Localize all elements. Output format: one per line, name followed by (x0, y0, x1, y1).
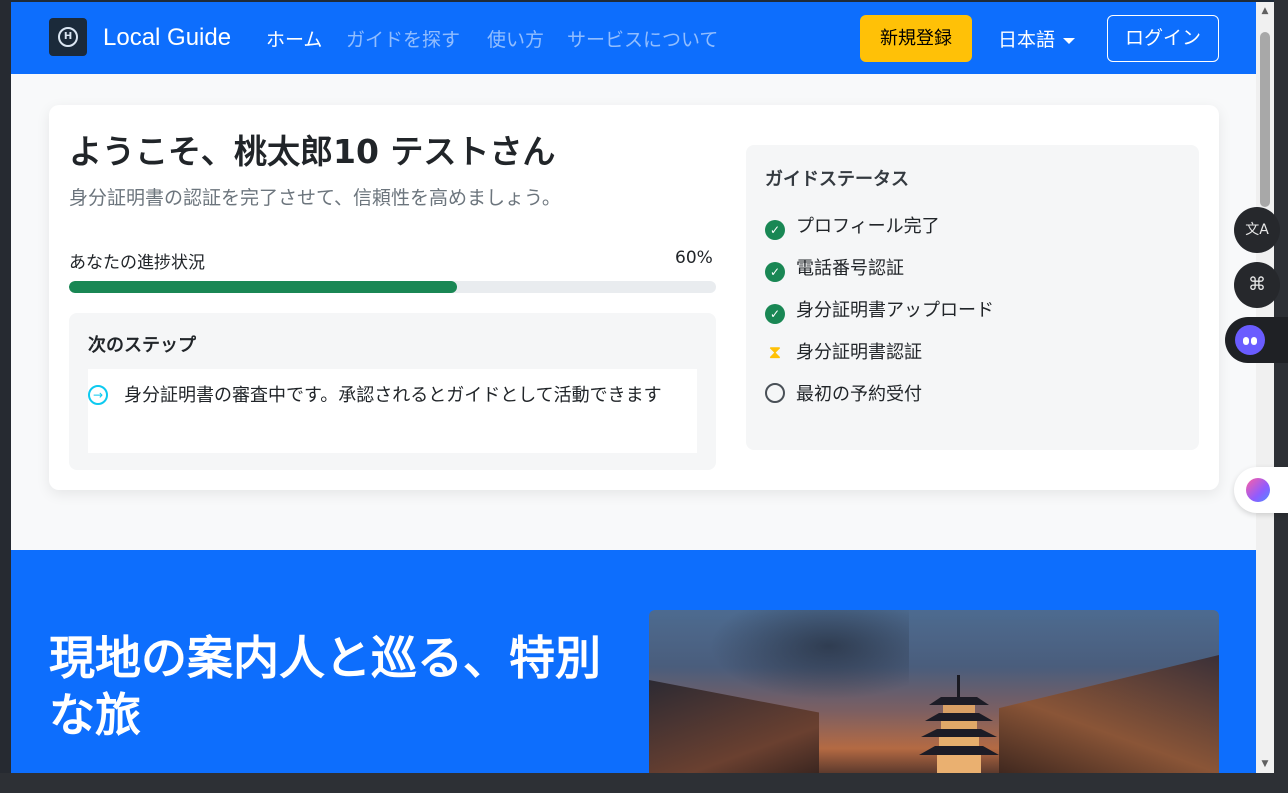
status-item-label: 電話番号認証 (796, 258, 904, 279)
hourglass-icon: ⧗ (768, 342, 782, 363)
status-item-first-booking: 最初の予約受付 (765, 380, 922, 406)
right-building (999, 655, 1219, 773)
scroll-up-icon[interactable]: ▲ (1256, 2, 1274, 20)
welcome-subtitle: 身分証明書の認証を完了させて、信頼性を高めましょう。 (69, 187, 561, 209)
empty-circle-icon (765, 383, 785, 403)
status-item-label: プロフィール完了 (796, 216, 940, 237)
navbar: H Local Guide ホーム ガイドを探す 使い方 サービスについて 新規… (11, 2, 1256, 74)
apps-icon[interactable]: ⌘ (1234, 262, 1280, 308)
check-circle-icon: ✓ (765, 220, 785, 240)
check-circle-icon: ✓ (765, 304, 785, 324)
nav-find-guide[interactable]: ガイドを探す (346, 25, 460, 52)
bot-eye (1243, 337, 1249, 345)
pagoda-illustration (919, 675, 999, 773)
progress-bar (69, 281, 716, 293)
browser-frame: H Local Guide ホーム ガイドを探す 使い方 サービスについて 新規… (0, 0, 1288, 793)
hero-image-kyoto-pagoda (649, 610, 1219, 773)
login-button[interactable]: ログイン (1107, 15, 1219, 62)
arrow-right-circle-icon: → (88, 385, 108, 405)
welcome-title: ようこそ、桃太郎10 テストさん (69, 132, 556, 171)
brand-name[interactable]: Local Guide (103, 24, 231, 52)
bot-eye (1251, 337, 1257, 345)
next-steps-box: 次のステップ → 身分証明書の審査中です。承認されるとガイドとして活動できます (69, 313, 716, 470)
tree-silhouette (709, 610, 909, 700)
ai-brain-button[interactable] (1234, 467, 1288, 513)
next-steps-title: 次のステップ (88, 335, 196, 356)
assistant-bot-button[interactable] (1225, 317, 1288, 363)
scroll-down-icon[interactable]: ▼ (1256, 755, 1274, 773)
language-label: 日本語 (998, 29, 1056, 51)
nav-how-to-use[interactable]: 使い方 (487, 25, 544, 52)
translate-icon[interactable]: 文A (1234, 207, 1280, 253)
register-button[interactable]: 新規登録 (860, 15, 972, 62)
caret-down-icon (1063, 37, 1076, 44)
guide-status-title: ガイドステータス (765, 169, 909, 190)
status-item-phone: ✓ 電話番号認証 (765, 254, 904, 282)
brain-icon (1246, 478, 1270, 502)
status-item-label: 身分証明書アップロード (796, 300, 994, 321)
page-viewport: H Local Guide ホーム ガイドを探す 使い方 サービスについて 新規… (11, 2, 1256, 773)
progress-label: あなたの進捗状況 (69, 253, 205, 273)
status-item-label: 最初の予約受付 (796, 384, 922, 405)
progress-percent: 60% (675, 248, 713, 268)
next-step-text: 身分証明書の審査中です。承認されるとガイドとして活動できます (124, 385, 662, 406)
scrollbar[interactable]: ▲ ▼ (1256, 2, 1274, 773)
scrollbar-thumb[interactable] (1260, 32, 1270, 207)
welcome-card: ようこそ、桃太郎10 テストさん 身分証明書の認証を完了させて、信頼性を高めまし… (49, 105, 1219, 490)
status-item-label: 身分証明書認証 (796, 342, 922, 363)
check-circle-icon: ✓ (765, 262, 785, 282)
logo[interactable]: H (49, 18, 87, 56)
window-edge-right (1274, 0, 1288, 793)
window-edge (0, 0, 11, 773)
bot-face-icon (1235, 325, 1265, 355)
progress-fill (69, 281, 458, 293)
nav-about[interactable]: サービスについて (567, 25, 718, 52)
status-item-profile: ✓ プロフィール完了 (765, 212, 940, 240)
language-dropdown[interactable]: 日本語 (998, 25, 1076, 52)
next-step-item: → 身分証明書の審査中です。承認されるとガイドとして活動できます (88, 369, 697, 453)
hero-section: 現地の案内人と巡る、特別な旅 (11, 550, 1256, 773)
logo-icon: H (58, 27, 78, 47)
hero-title: 現地の案内人と巡る、特別な旅 (49, 631, 601, 742)
status-item-id-verify: ⧗ 身分証明書認証 (765, 338, 922, 364)
nav-home[interactable]: ホーム (266, 25, 322, 52)
taskbar-strip (0, 773, 1288, 793)
status-item-id-upload: ✓ 身分証明書アップロード (765, 296, 994, 324)
guide-status-box: ガイドステータス ✓ プロフィール完了 ✓ 電話番号認証 ✓ 身分証明書アップロード … (746, 145, 1199, 450)
